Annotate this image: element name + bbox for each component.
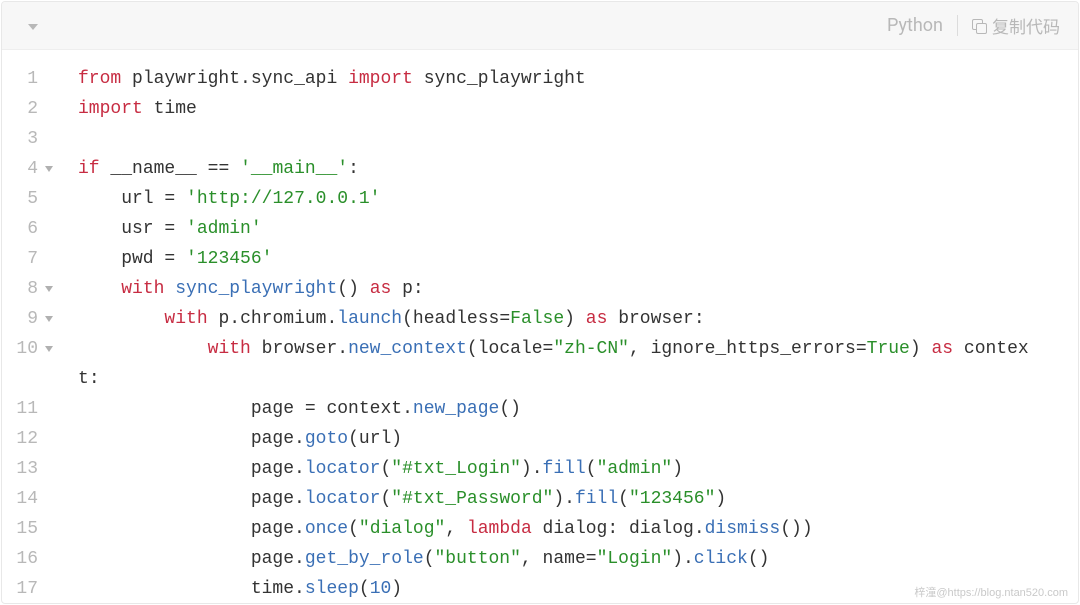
line-number: 17 <box>2 574 56 603</box>
copy-code-button[interactable]: 复制代码 <box>972 13 1060 38</box>
line-number: 15 <box>2 514 56 544</box>
line-number <box>2 364 56 394</box>
code-line: t: <box>78 364 1078 394</box>
line-number: 9 <box>2 304 56 334</box>
line-number: 10 <box>2 334 56 364</box>
line-number: 8 <box>2 274 56 304</box>
fold-down-icon[interactable] <box>45 166 53 172</box>
code-line: page.locator("#txt_Login").fill("admin") <box>78 454 1078 484</box>
code-line: page.get_by_role("button", name="Login")… <box>78 544 1078 574</box>
line-number: 3 <box>2 124 56 154</box>
fold-down-icon[interactable] <box>45 286 53 292</box>
line-number: 2 <box>2 94 56 124</box>
code-block-container: Python 复制代码 1234567891011121314151617 fr… <box>1 1 1079 604</box>
line-number: 5 <box>2 184 56 214</box>
copy-icon <box>972 19 986 33</box>
code-line: with browser.new_context(locale="zh-CN",… <box>78 334 1078 364</box>
code-line: time.sleep(10) <box>78 574 1078 603</box>
code-toolbar: Python 复制代码 <box>2 2 1078 50</box>
code-line: import time <box>78 94 1078 124</box>
line-number: 1 <box>2 64 56 94</box>
line-number: 14 <box>2 484 56 514</box>
code-line: page.goto(url) <box>78 424 1078 454</box>
code-line: url = 'http://127.0.0.1' <box>78 184 1078 214</box>
code-line: with sync_playwright() as p: <box>78 274 1078 304</box>
code-line: page.once("dialog", lambda dialog: dialo… <box>78 514 1078 544</box>
code-line <box>78 124 1078 154</box>
fold-down-icon[interactable] <box>45 346 53 352</box>
line-number: 13 <box>2 454 56 484</box>
code-line: page.locator("#txt_Password").fill("1234… <box>78 484 1078 514</box>
code-content[interactable]: from playwright.sync_api import sync_pla… <box>64 64 1078 603</box>
code-line: pwd = '123456' <box>78 244 1078 274</box>
line-number-gutter: 1234567891011121314151617 <box>2 64 64 603</box>
code-line: if __name__ == '__main__': <box>78 154 1078 184</box>
code-area[interactable]: 1234567891011121314151617 from playwrigh… <box>2 50 1078 603</box>
code-line: with p.chromium.launch(headless=False) a… <box>78 304 1078 334</box>
line-number: 7 <box>2 244 56 274</box>
chevron-down-icon <box>28 24 38 30</box>
language-label: Python <box>887 15 958 36</box>
code-line: usr = 'admin' <box>78 214 1078 244</box>
line-number: 4 <box>2 154 56 184</box>
line-number: 11 <box>2 394 56 424</box>
line-number: 12 <box>2 424 56 454</box>
line-number: 6 <box>2 214 56 244</box>
line-number: 16 <box>2 544 56 574</box>
fold-down-icon[interactable] <box>45 316 53 322</box>
code-line: page = context.new_page() <box>78 394 1078 424</box>
code-line: from playwright.sync_api import sync_pla… <box>78 64 1078 94</box>
copy-code-label: 复制代码 <box>992 13 1060 38</box>
toolbar-dropdown[interactable] <box>20 22 38 30</box>
